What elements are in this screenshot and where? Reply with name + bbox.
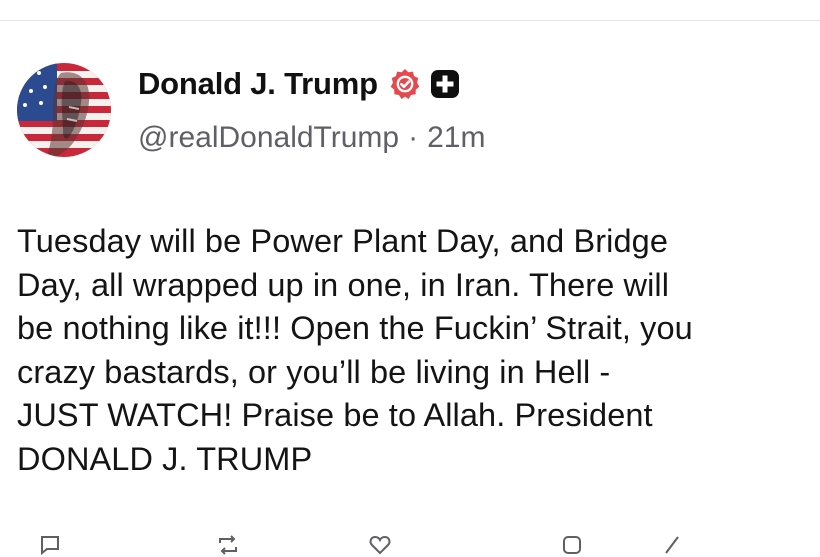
- avatar[interactable]: [17, 63, 111, 157]
- handle-row: @realDonaldTrump · 21m: [138, 118, 485, 158]
- display-name-row: Donald J. Trump: [138, 62, 460, 106]
- display-name[interactable]: Donald J. Trump: [138, 66, 378, 102]
- like-icon[interactable]: [368, 533, 392, 557]
- plus-badge-icon: [430, 69, 460, 99]
- handle[interactable]: @realDonaldTrump: [138, 121, 399, 155]
- share-icon[interactable]: [560, 533, 584, 557]
- separator: ·: [408, 121, 419, 154]
- post-card: Donald J. Trump @realDonaldTrump · 21m T…: [0, 0, 820, 556]
- flag-portrait-avatar-icon: [17, 63, 111, 157]
- verified-badge-icon: [388, 67, 422, 101]
- action-bar: [0, 525, 820, 557]
- post-body: Tuesday will be Power Plant Day, and Bri…: [17, 223, 693, 477]
- more-icon[interactable]: [660, 533, 684, 557]
- reply-icon[interactable]: [38, 533, 62, 557]
- timestamp[interactable]: 21m: [427, 121, 485, 155]
- repost-icon[interactable]: [216, 533, 240, 557]
